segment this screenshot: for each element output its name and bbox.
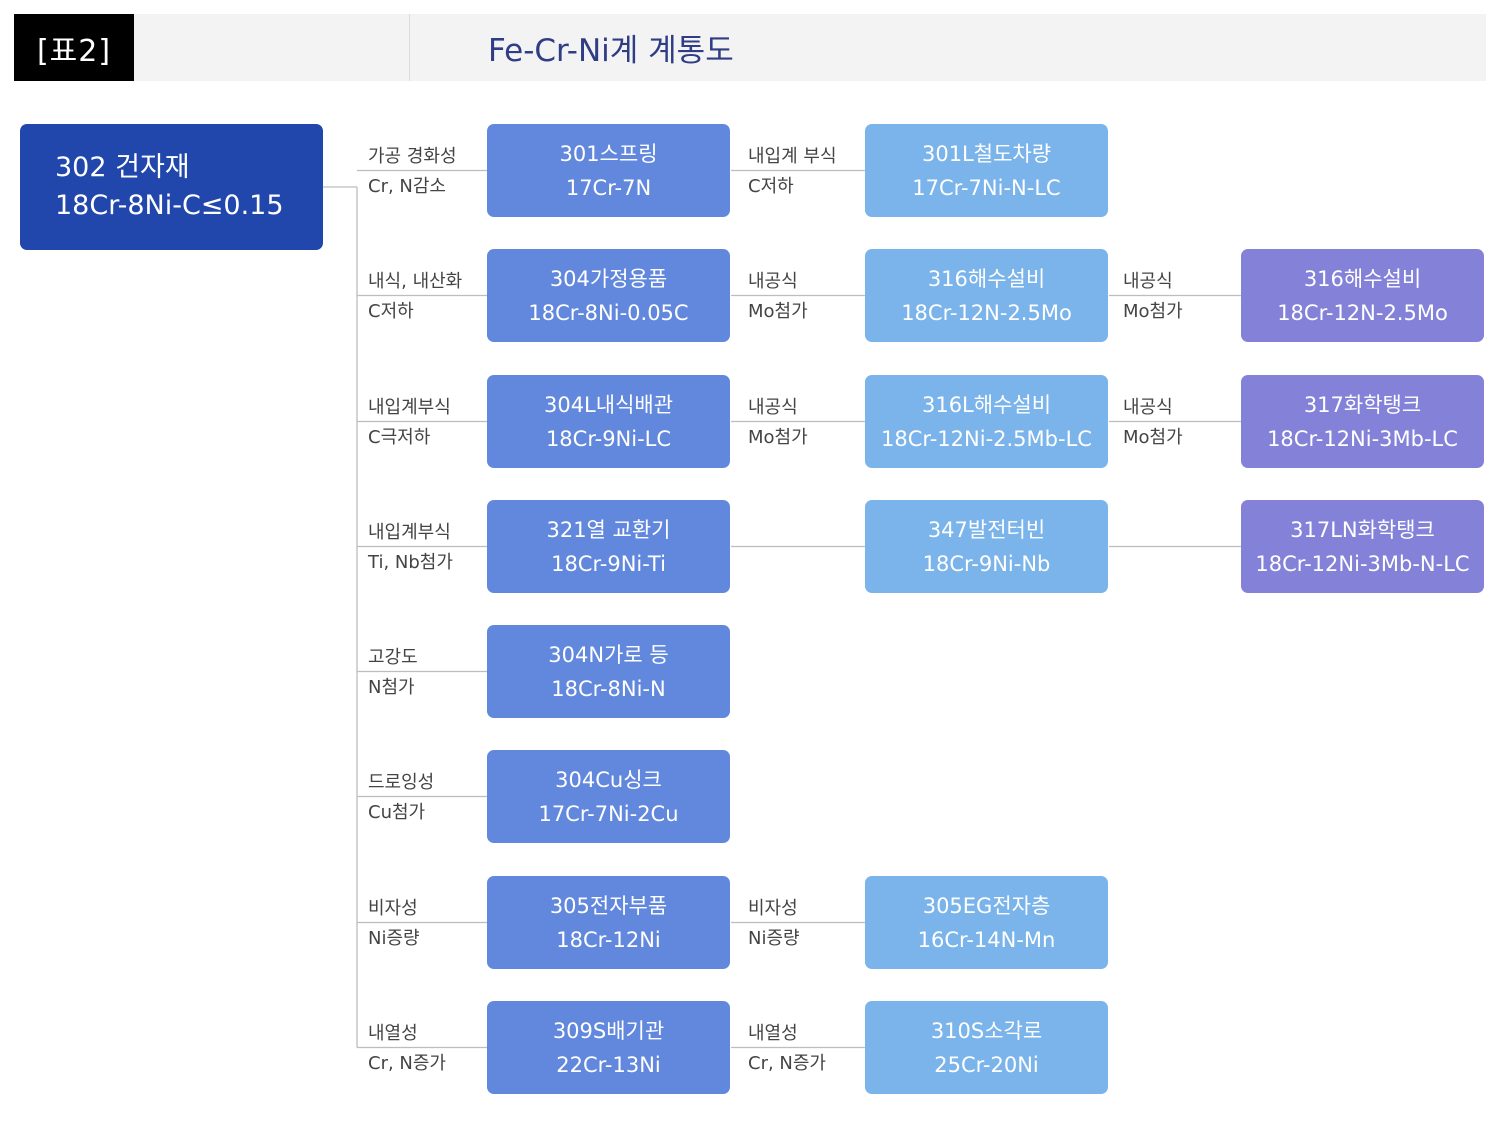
grade-composition: 16Cr-14N-Mn [917,927,1056,952]
grade-composition: 17Cr-7Ni-2Cu [538,801,679,826]
grade-name: 301스프링 [559,141,658,166]
condition-change: Ni증량 [368,928,420,949]
grade-name: 317화학탱크 [1303,392,1422,417]
grade-name: 304Cu싱크 [555,767,662,792]
condition-change: C극저하 [368,427,431,448]
condition-change: Mo첨가 [1123,427,1183,448]
condition-change: Mo첨가 [748,427,808,448]
branch-condition-label: 내공식 Mo첨가 [1123,393,1183,453]
grade-name: 305전자부품 [549,893,668,918]
condition-property: 드로잉성 [368,772,435,793]
grade-node-level-3: 316해수설비 18Cr-12N-2.5Mo [1241,249,1484,342]
branch-condition-label: 내입계 부식 C저하 [748,142,837,202]
grade-node-level-2: 301L철도차량 17Cr-7Ni-N-LC [865,124,1108,217]
root-node-name: 302 건자재 [55,152,190,183]
grade-composition: 18Cr-12N-2.5Mo [1277,300,1448,325]
condition-property: 비자성 [368,898,418,919]
root-node-composition: 18Cr-8Ni-C≤0.15 [55,190,284,221]
grade-composition: 17Cr-7Ni-N-LC [912,175,1061,200]
condition-property: 내공식 [1123,397,1173,418]
grade-node-level-2: 305EG전자층 16Cr-14N-Mn [865,876,1108,969]
condition-property: 내식, 내산화 [368,271,463,292]
grade-node-level-2: 316L해수설비 18Cr-12Ni-2.5Mb-LC [865,375,1108,468]
grade-name: 310S소각로 [930,1018,1043,1043]
grade-name: 317LN화학탱크 [1290,517,1435,542]
grade-node-level-1: 305전자부품 18Cr-12Ni [487,876,730,969]
grade-node-level-3: 317LN화학탱크 18Cr-12Ni-3Mb-N-LC [1241,500,1484,593]
grade-name: 316L해수설비 [921,392,1052,417]
condition-property: 내입계 부식 [748,146,837,167]
branch-condition-label: 내열성 Cr, N증가 [748,1019,826,1079]
condition-change: Cu첨가 [368,802,426,823]
grade-composition: 25Cr-20Ni [934,1052,1039,1077]
grade-node-level-3: 317화학탱크 18Cr-12Ni-3Mb-LC [1241,375,1484,468]
condition-property: 고강도 [368,647,418,668]
branch-condition-label: 내식, 내산화 C저하 [368,267,462,327]
grade-composition: 18Cr-8Ni-N [551,676,666,701]
grade-composition: 18Cr-9Ni-Ti [551,551,666,576]
condition-property: 내열성 [748,1023,798,1044]
grade-name: 316해수설비 [1303,266,1422,291]
grade-node-level-2: 316해수설비 18Cr-12N-2.5Mo [865,249,1108,342]
branch-condition-label: 내입계부식 Ti, Nb첨가 [368,518,453,578]
branch-condition-label: 드로잉성 Cu첨가 [368,768,434,828]
condition-change: Ni증량 [748,928,800,949]
branch-condition-label: 내공식 Mo첨가 [748,267,808,327]
grade-name: 304가정용품 [549,266,668,291]
grade-name: 305EG전자층 [922,893,1051,918]
condition-change: Mo첨가 [748,301,808,322]
grade-composition: 18Cr-12Ni-2.5Mb-LC [881,426,1092,451]
condition-change: N첨가 [368,677,415,698]
grade-name: 309S배기관 [552,1018,665,1043]
grade-composition: 17Cr-7N [565,175,652,200]
grade-composition: 18Cr-12N-2.5Mo [901,300,1072,325]
grade-composition: 18Cr-12Ni-3Mb-N-LC [1255,551,1470,576]
condition-property: 비자성 [748,898,798,919]
branch-condition-label: 비자성 Ni증량 [748,894,800,954]
condition-change: C저하 [748,176,794,197]
grade-node-level-1: 321열 교환기 18Cr-9Ni-Ti [487,500,730,593]
grade-composition: 18Cr-8Ni-0.05C [528,300,689,325]
branch-condition-label: 가공 경화성 Cr, N감소 [368,142,457,202]
grade-name: 301L철도차량 [921,141,1052,166]
condition-property: 내입계부식 [368,397,451,418]
grade-node-level-1: 304N가로 등 18Cr-8Ni-N [487,625,730,718]
condition-property: 가공 경화성 [368,146,457,167]
condition-change: Mo첨가 [1123,301,1183,322]
branch-condition-label: 내열성 Cr, N증가 [368,1019,446,1079]
grade-node-level-1: 309S배기관 22Cr-13Ni [487,1001,730,1094]
grade-composition: 18Cr-12Ni-3Mb-LC [1267,426,1458,451]
grade-name: 304N가로 등 [548,642,669,667]
branch-condition-label: 내공식 Mo첨가 [1123,267,1183,327]
grade-node-level-1: 304Cu싱크 17Cr-7Ni-2Cu [487,750,730,843]
condition-property: 내공식 [748,271,798,292]
condition-property: 내공식 [1123,271,1173,292]
condition-property: 내공식 [748,397,798,418]
grade-name: 316해수설비 [927,266,1046,291]
condition-property: 내열성 [368,1023,418,1044]
branch-condition-label: 비자성 Ni증량 [368,894,420,954]
grade-name: 347발전터빈 [927,517,1046,542]
condition-change: C저하 [368,301,414,322]
grade-node-level-2: 347발전터빈 18Cr-9Ni-Nb [865,500,1108,593]
branch-condition-label: 내입계부식 C극저하 [368,393,451,453]
grade-node-level-1: 304가정용품 18Cr-8Ni-0.05C [487,249,730,342]
grade-composition: 18Cr-9Ni-Nb [922,551,1051,576]
grade-name: 304L내식배관 [543,392,674,417]
branch-condition-label: 내공식 Mo첨가 [748,393,808,453]
condition-property: 내입계부식 [368,522,451,543]
condition-change: Cr, N증가 [368,1053,446,1074]
grade-composition: 22Cr-13Ni [556,1052,661,1077]
grade-node-level-1: 304L내식배관 18Cr-9Ni-LC [487,375,730,468]
branch-condition-label: 고강도 N첨가 [368,643,418,703]
grade-node-level-2: 310S소각로 25Cr-20Ni [865,1001,1108,1094]
grade-composition: 18Cr-9Ni-LC [545,426,672,451]
condition-change: Cr, N증가 [748,1053,826,1074]
grade-composition: 18Cr-12Ni [556,927,661,952]
condition-change: Cr, N감소 [368,176,446,197]
grade-node-level-1: 301스프링 17Cr-7N [487,124,730,217]
condition-change: Ti, Nb첨가 [368,552,453,573]
root-node-302: 302 건자재 18Cr-8Ni-C≤0.15 [20,124,323,250]
grade-name: 321열 교환기 [546,517,671,542]
